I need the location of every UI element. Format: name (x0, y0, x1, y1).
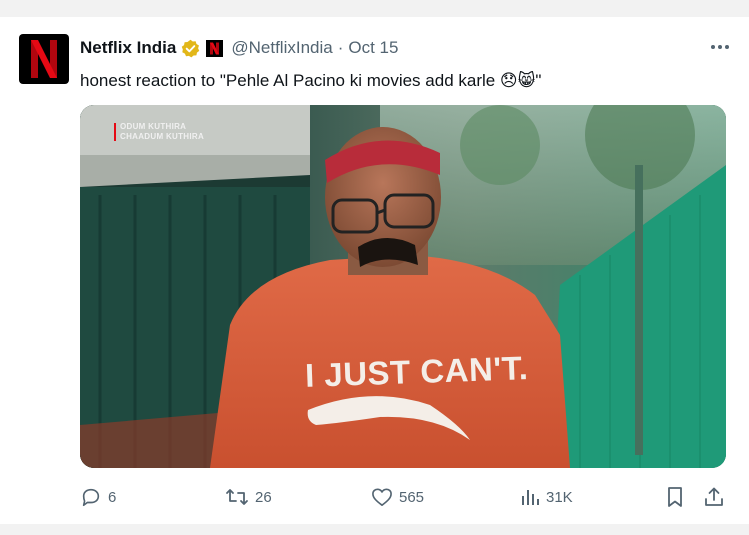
reply-icon (82, 488, 100, 507)
video-still-image (80, 105, 726, 468)
share-button[interactable] (704, 482, 724, 512)
like-button[interactable]: 565 (371, 482, 424, 512)
reply-count: 6 (108, 488, 117, 506)
views-count: 31K (546, 488, 573, 506)
tweet-text: honest reaction to "Pehle Al Pacino ki m… (80, 71, 542, 90)
tweet-header: Netflix India @NetflixIndia · Oct 15 (80, 37, 729, 59)
avatar[interactable] (19, 34, 69, 84)
affiliate-badge-icon[interactable] (206, 39, 224, 57)
like-count: 565 (399, 488, 425, 506)
video-caption: ODUM KUTHIRA CHAADUM KUTHIRA (114, 122, 205, 142)
views-chart-icon (522, 490, 539, 505)
heart-icon (372, 488, 392, 506)
retweet-count: 26 (255, 488, 272, 506)
tweet-date[interactable]: Oct 15 (348, 38, 398, 58)
bookmark-button[interactable] (666, 482, 684, 512)
caption-line-2: CHAADUM KUTHIRA (120, 132, 205, 141)
retweet-button[interactable]: 26 (225, 482, 272, 512)
author-handle[interactable]: @NetflixIndia (231, 38, 332, 58)
views-button[interactable]: 31K (520, 482, 573, 512)
netflix-logo-icon (31, 40, 57, 78)
shirt-slogan: I JUST CAN'T. (304, 349, 529, 394)
share-icon (705, 487, 723, 506)
tweet-actions: 6 26 565 31K (80, 482, 730, 512)
author-name[interactable]: Netflix India (80, 38, 176, 58)
more-options-icon[interactable] (711, 37, 729, 57)
caption-line-1: ODUM KUTHIRA (120, 122, 187, 131)
tweet-card[interactable]: Netflix India @NetflixIndia · Oct 15 hon… (0, 17, 749, 524)
bookmark-icon (668, 487, 682, 507)
separator-dot: · (337, 38, 344, 57)
retweet-icon (226, 489, 248, 505)
tweet-media[interactable]: ODUM KUTHIRA CHAADUM KUTHIRA I JUST CAN'… (80, 105, 726, 468)
reply-button[interactable]: 6 (80, 482, 116, 512)
verified-badge-icon[interactable] (181, 39, 200, 58)
